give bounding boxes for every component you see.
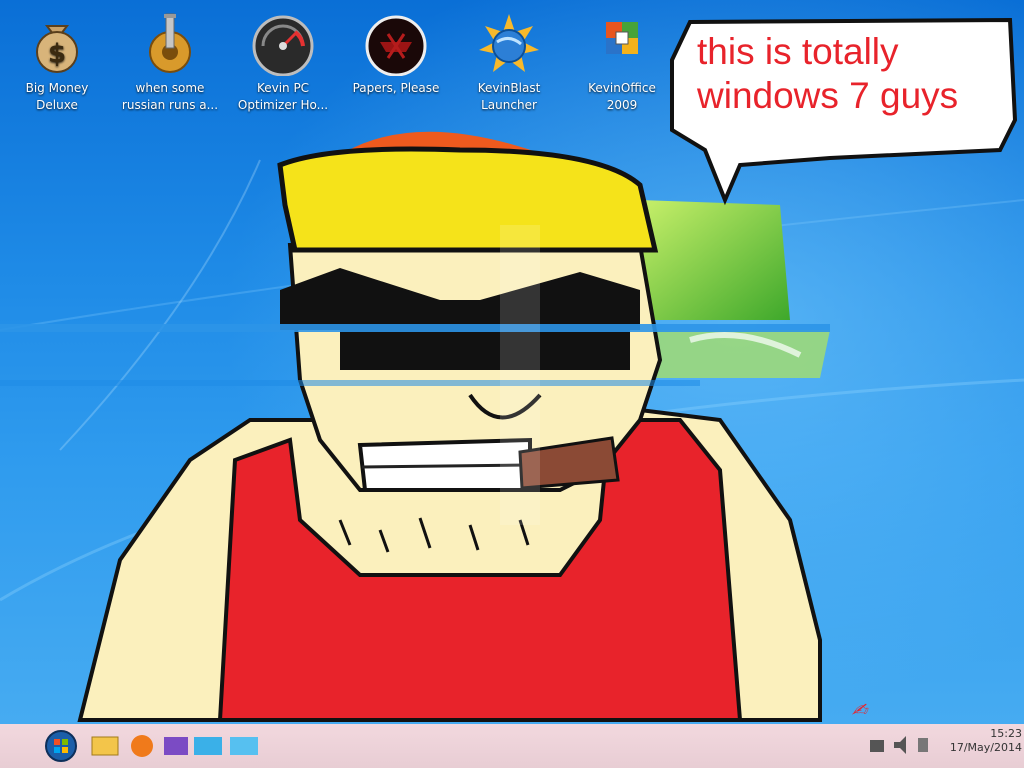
flag-icon[interactable] (918, 738, 928, 752)
taskbar-media-icon[interactable] (164, 737, 188, 755)
clock-date: 17/May/2014 (949, 741, 1022, 754)
taskbar-app-icon[interactable] (194, 737, 222, 755)
start-orb-icon[interactable] (44, 729, 78, 763)
network-icon[interactable] (870, 740, 884, 752)
taskbar-browser-icon[interactable] (131, 735, 153, 757)
system-tray (870, 736, 928, 754)
taskbar-clock[interactable]: 15:23 17/May/2014 (946, 727, 1022, 767)
speech-bubble-text: this is totally windows 7 guys (697, 31, 959, 116)
volume-icon[interactable] (894, 736, 906, 754)
taskbar-pinned-apps (91, 735, 258, 757)
taskbar-explorer-icon[interactable] (91, 736, 119, 756)
taskbar-app2-icon[interactable] (230, 737, 258, 755)
clock-time: 15:23 (990, 727, 1022, 740)
